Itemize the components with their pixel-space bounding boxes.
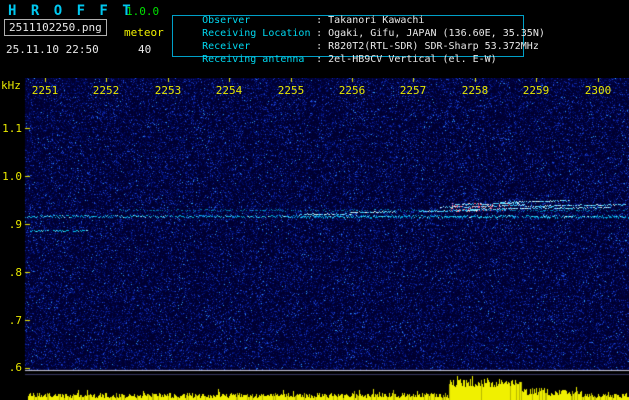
x-tick-label: 2255 <box>277 84 305 97</box>
x-tick-label: 2259 <box>522 84 550 97</box>
y-tick-label: .9 <box>8 218 22 231</box>
info-row-antenna: Receiving antenna:2el-HB9CV Vertical (el… <box>178 43 497 76</box>
spectrogram-canvas <box>0 78 629 400</box>
x-tick-label: 2254 <box>215 84 243 97</box>
output-filename: 2511102250.png <box>9 21 102 34</box>
y-tick-label: .8 <box>8 266 22 279</box>
y-tick-label: 1.0 <box>2 170 22 183</box>
y-tick-label: .7 <box>8 314 22 327</box>
x-tick-label: 2257 <box>399 84 427 97</box>
app-version: 1.0.0 <box>126 5 160 18</box>
x-tick-label: 2253 <box>154 84 182 97</box>
mode-label: meteor <box>124 26 164 39</box>
x-tick-label: 2300 <box>584 84 612 97</box>
x-tick-label: 2256 <box>338 84 366 97</box>
info-label: Receiving antenna <box>202 54 305 65</box>
y-tick-label: .6 <box>8 361 22 374</box>
y-tick-label: 1.1 <box>2 122 22 135</box>
y-axis-unit-label: kHz <box>1 79 21 92</box>
app-title: H R O F F T <box>8 3 134 19</box>
start-second: 40 <box>138 43 152 56</box>
filename-box: 2511102250.png <box>4 19 107 36</box>
info-separator: : <box>316 54 323 65</box>
x-tick-label: 2251 <box>31 84 59 97</box>
observation-datetime: 25.11.10 22:50 <box>6 43 99 56</box>
x-tick-label: 2258 <box>461 84 489 97</box>
hrofft-output-window: H R O F F T 1.0.0 2511102250.png meteor … <box>0 0 629 400</box>
x-tick-label: 2252 <box>92 84 120 97</box>
info-value: 2el-HB9CV Vertical (el. E-W) <box>328 54 497 65</box>
